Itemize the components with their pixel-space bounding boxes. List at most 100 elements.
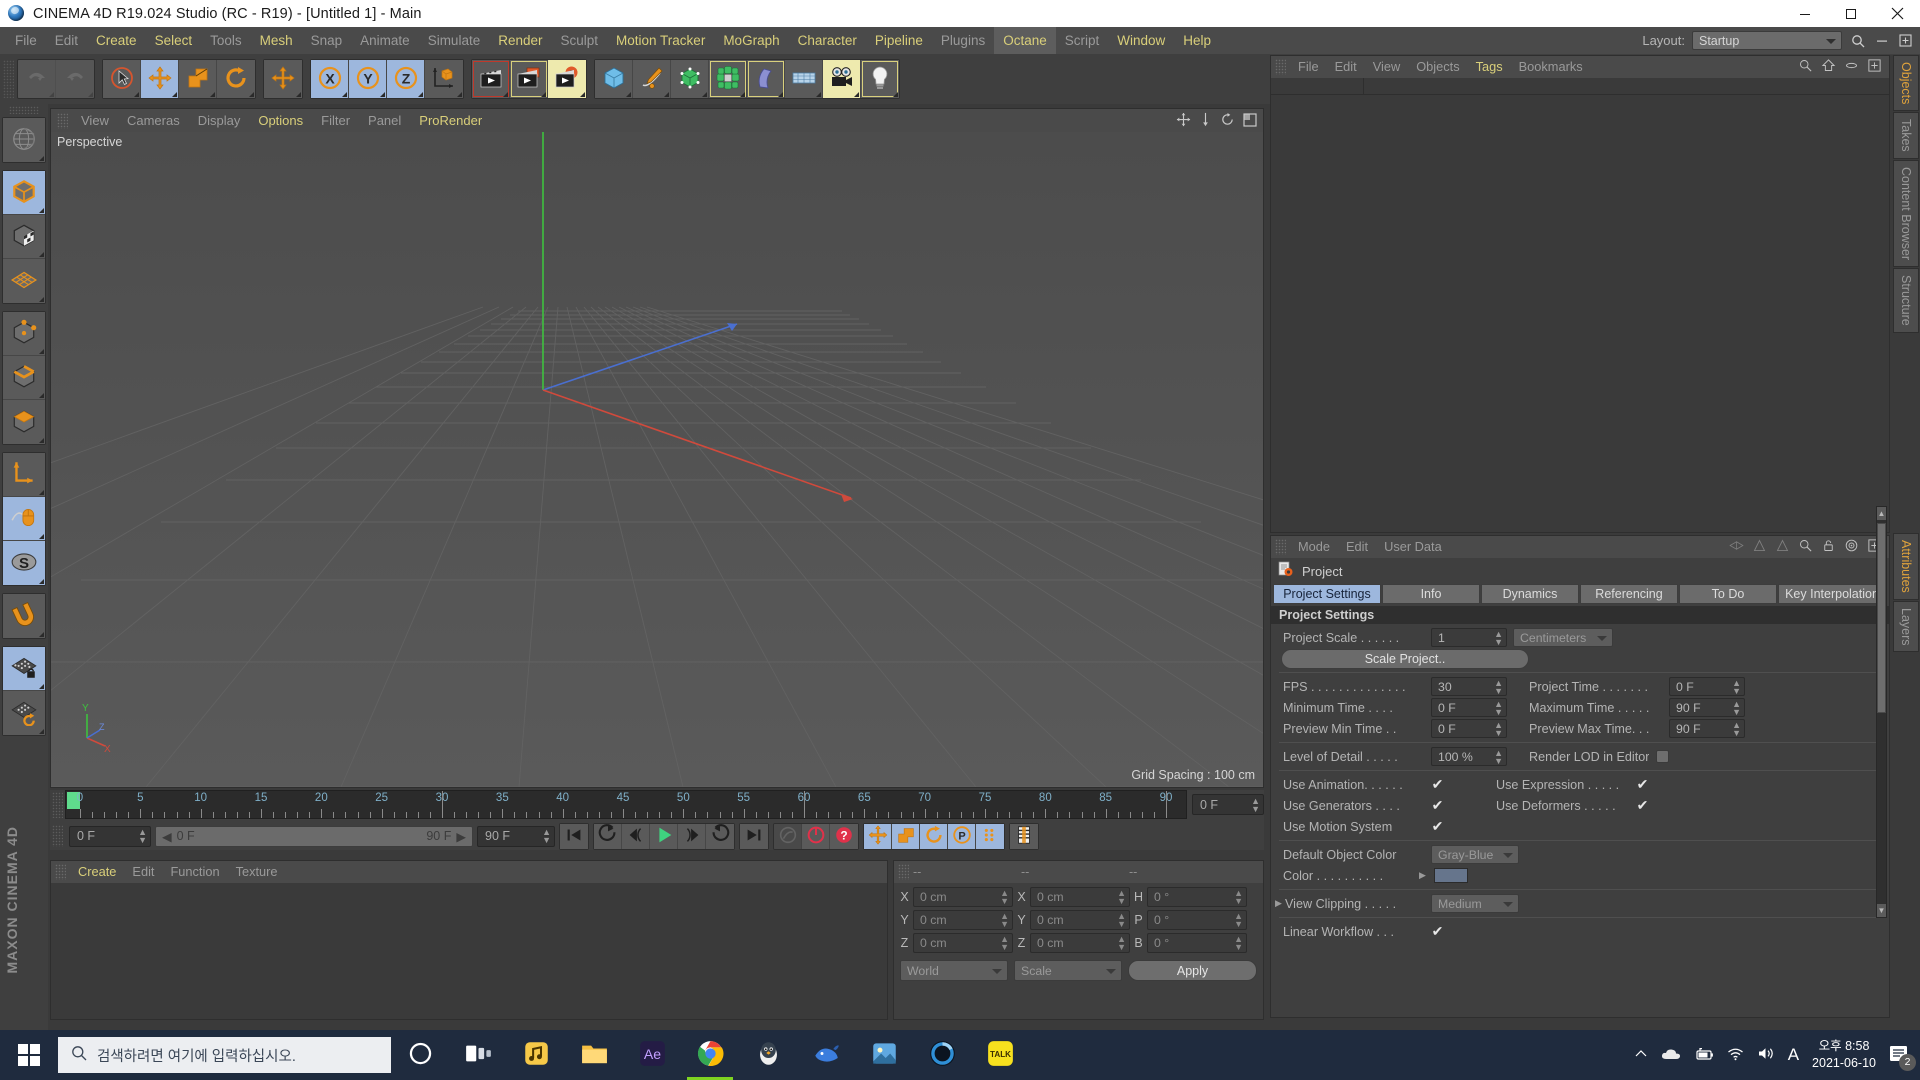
taskbar-task-view-icon[interactable] (449, 1030, 507, 1080)
keyframe-selection-button[interactable]: ? (830, 823, 858, 849)
vertical-tab-objects[interactable]: Objects (1893, 55, 1919, 112)
material-menu-function[interactable]: Function (162, 861, 227, 883)
scale-project-button[interactable]: Scale Project.. (1281, 648, 1529, 669)
vertical-tab-structure[interactable]: Structure (1893, 268, 1919, 333)
speaker-icon[interactable] (1757, 1046, 1775, 1064)
spinner-icon[interactable]: ▲ ▼ (1732, 699, 1741, 716)
expand-icon[interactable] (1897, 32, 1914, 49)
taskbar-after-effects-icon[interactable]: Ae (623, 1030, 681, 1080)
spinner-icon[interactable]: ▲ ▼ (1494, 720, 1503, 737)
ime-indicator[interactable]: A (1788, 1045, 1799, 1065)
submenu-corner-icon[interactable] (49, 92, 54, 97)
level-of-detail-field[interactable]: 100 % ▲ ▼ (1431, 747, 1507, 766)
move-button[interactable] (141, 60, 179, 98)
expand-icon[interactable] (1867, 58, 1882, 76)
menu-item-plugins[interactable]: Plugins (932, 27, 994, 54)
submenu-corner-icon[interactable] (39, 297, 44, 302)
axis-x-button[interactable]: X (311, 60, 349, 98)
model-mode-button[interactable] (3, 171, 45, 215)
material-menu-create[interactable]: Create (70, 861, 124, 883)
axis-z-button[interactable]: Z (387, 60, 425, 98)
material-menu-edit[interactable]: Edit (124, 861, 162, 883)
submenu-corner-icon[interactable] (503, 92, 508, 97)
record-active-objects-button[interactable] (802, 823, 830, 849)
attribute-scrollbar[interactable]: ▲ ▼ (1876, 506, 1887, 918)
minimize-button[interactable] (1782, 0, 1828, 27)
viewport-menu-cameras[interactable]: Cameras (118, 109, 189, 132)
range-left-arrow-icon[interactable]: ◀ (162, 829, 172, 844)
wifi-icon[interactable] (1727, 1047, 1744, 1064)
submenu-corner-icon[interactable] (342, 92, 347, 97)
menu-item-animate[interactable]: Animate (351, 27, 419, 54)
soft-selection-button[interactable]: S (3, 541, 45, 585)
timeline-ruler[interactable]: 051015202530354045505560657075808590 (65, 790, 1187, 819)
taskbar-penguin-app-icon[interactable] (739, 1030, 797, 1080)
object-menu-bookmarks[interactable]: Bookmarks (1511, 56, 1591, 78)
menu-item-render[interactable]: Render (489, 27, 551, 54)
clock[interactable]: 오후 8:58 2021-06-10 (1812, 1038, 1876, 1072)
submenu-corner-icon[interactable] (626, 92, 631, 97)
submenu-corner-icon[interactable] (380, 92, 385, 97)
submenu-corner-icon[interactable] (39, 534, 44, 539)
attribute-tab-dynamics[interactable]: Dynamics (1481, 584, 1579, 604)
coordinate-grip[interactable] (898, 864, 909, 880)
spinner-icon[interactable]: ▲ ▼ (1234, 889, 1243, 906)
spinner-icon[interactable]: ▲ ▼ (1732, 678, 1741, 695)
spinner-icon[interactable]: ▲ ▼ (1494, 629, 1503, 646)
add-camera-button[interactable] (823, 60, 861, 98)
submenu-corner-icon[interactable] (39, 349, 44, 354)
menu-item-motion-tracker[interactable]: Motion Tracker (607, 27, 714, 54)
add-mograph-button[interactable] (709, 60, 747, 98)
object-menu-view[interactable]: View (1365, 56, 1409, 78)
attribute-menu-edit[interactable]: Edit (1338, 536, 1376, 558)
vertical-tab-attributes[interactable]: Attributes (1893, 533, 1919, 600)
record-position-button[interactable] (864, 823, 892, 849)
make-editable-button[interactable] (3, 118, 45, 162)
material-menu-grip[interactable] (55, 864, 66, 880)
magnet-button[interactable] (3, 594, 45, 638)
step-forward-button[interactable] (678, 823, 706, 849)
scroll-up-arrow-icon[interactable]: ▲ (1877, 507, 1886, 520)
material-manager-body[interactable] (51, 883, 887, 1019)
attribute-tab-project-settings[interactable]: Project Settings (1273, 584, 1381, 604)
submenu-corner-icon[interactable] (418, 92, 423, 97)
left-toolbar-grip[interactable] (9, 106, 39, 114)
cloud-icon[interactable] (1661, 1047, 1681, 1064)
menu-item-sculpt[interactable]: Sculpt (552, 27, 608, 54)
menu-item-octane[interactable]: Octane (994, 27, 1056, 54)
submenu-corner-icon[interactable] (39, 393, 44, 398)
submenu-corner-icon[interactable] (39, 252, 44, 257)
edges-mode-button[interactable] (3, 356, 45, 400)
submenu-corner-icon[interactable] (296, 92, 301, 97)
menu-item-pipeline[interactable]: Pipeline (866, 27, 932, 54)
scrollbar-thumb[interactable] (1877, 523, 1886, 713)
object-menu-file[interactable]: File (1290, 56, 1327, 78)
enable-snap-button[interactable] (3, 497, 45, 541)
attribute-tab-info[interactable]: Info (1382, 584, 1480, 604)
coordinate-size-field-0[interactable]: 0 cm ▲ ▼ (1030, 887, 1130, 907)
add-deformer-button[interactable] (747, 60, 785, 98)
project-scale-unit-select[interactable]: Centimeters (1513, 628, 1613, 647)
view-clipping-select[interactable]: Medium (1431, 894, 1519, 913)
search-icon[interactable] (1798, 538, 1813, 556)
use-generators-checkbox[interactable]: ✔ (1431, 798, 1444, 812)
go-to-start-button[interactable] (560, 823, 588, 849)
maximum-time-field[interactable]: 90 F ▲ ▼ (1669, 698, 1745, 717)
viewport-menu-grip[interactable] (57, 112, 68, 129)
redo-button[interactable] (56, 60, 94, 98)
submenu-corner-icon[interactable] (249, 92, 254, 97)
preview-range-slider[interactable]: ◀ 0 F 90 F ▶ (155, 825, 473, 847)
spinner-icon[interactable]: ▲ ▼ (1494, 699, 1503, 716)
object-manager-body[interactable] (1271, 78, 1889, 532)
submenu-corner-icon[interactable] (88, 92, 93, 97)
preview-max-time-field[interactable]: 90 F ▲ ▼ (1669, 719, 1745, 738)
use-deformers-checkbox[interactable]: ✔ (1636, 798, 1649, 812)
planar-workplane-button[interactable] (3, 691, 45, 735)
submenu-corner-icon[interactable] (702, 92, 707, 97)
menu-item-script[interactable]: Script (1056, 27, 1109, 54)
autokey-button[interactable] (774, 823, 802, 849)
next-keyframe-button[interactable] (706, 823, 734, 849)
apply-button[interactable]: Apply (1128, 960, 1257, 981)
menu-item-help[interactable]: Help (1174, 27, 1220, 54)
coordinate-position-field-1[interactable]: 0 cm ▲ ▼ (913, 910, 1013, 930)
